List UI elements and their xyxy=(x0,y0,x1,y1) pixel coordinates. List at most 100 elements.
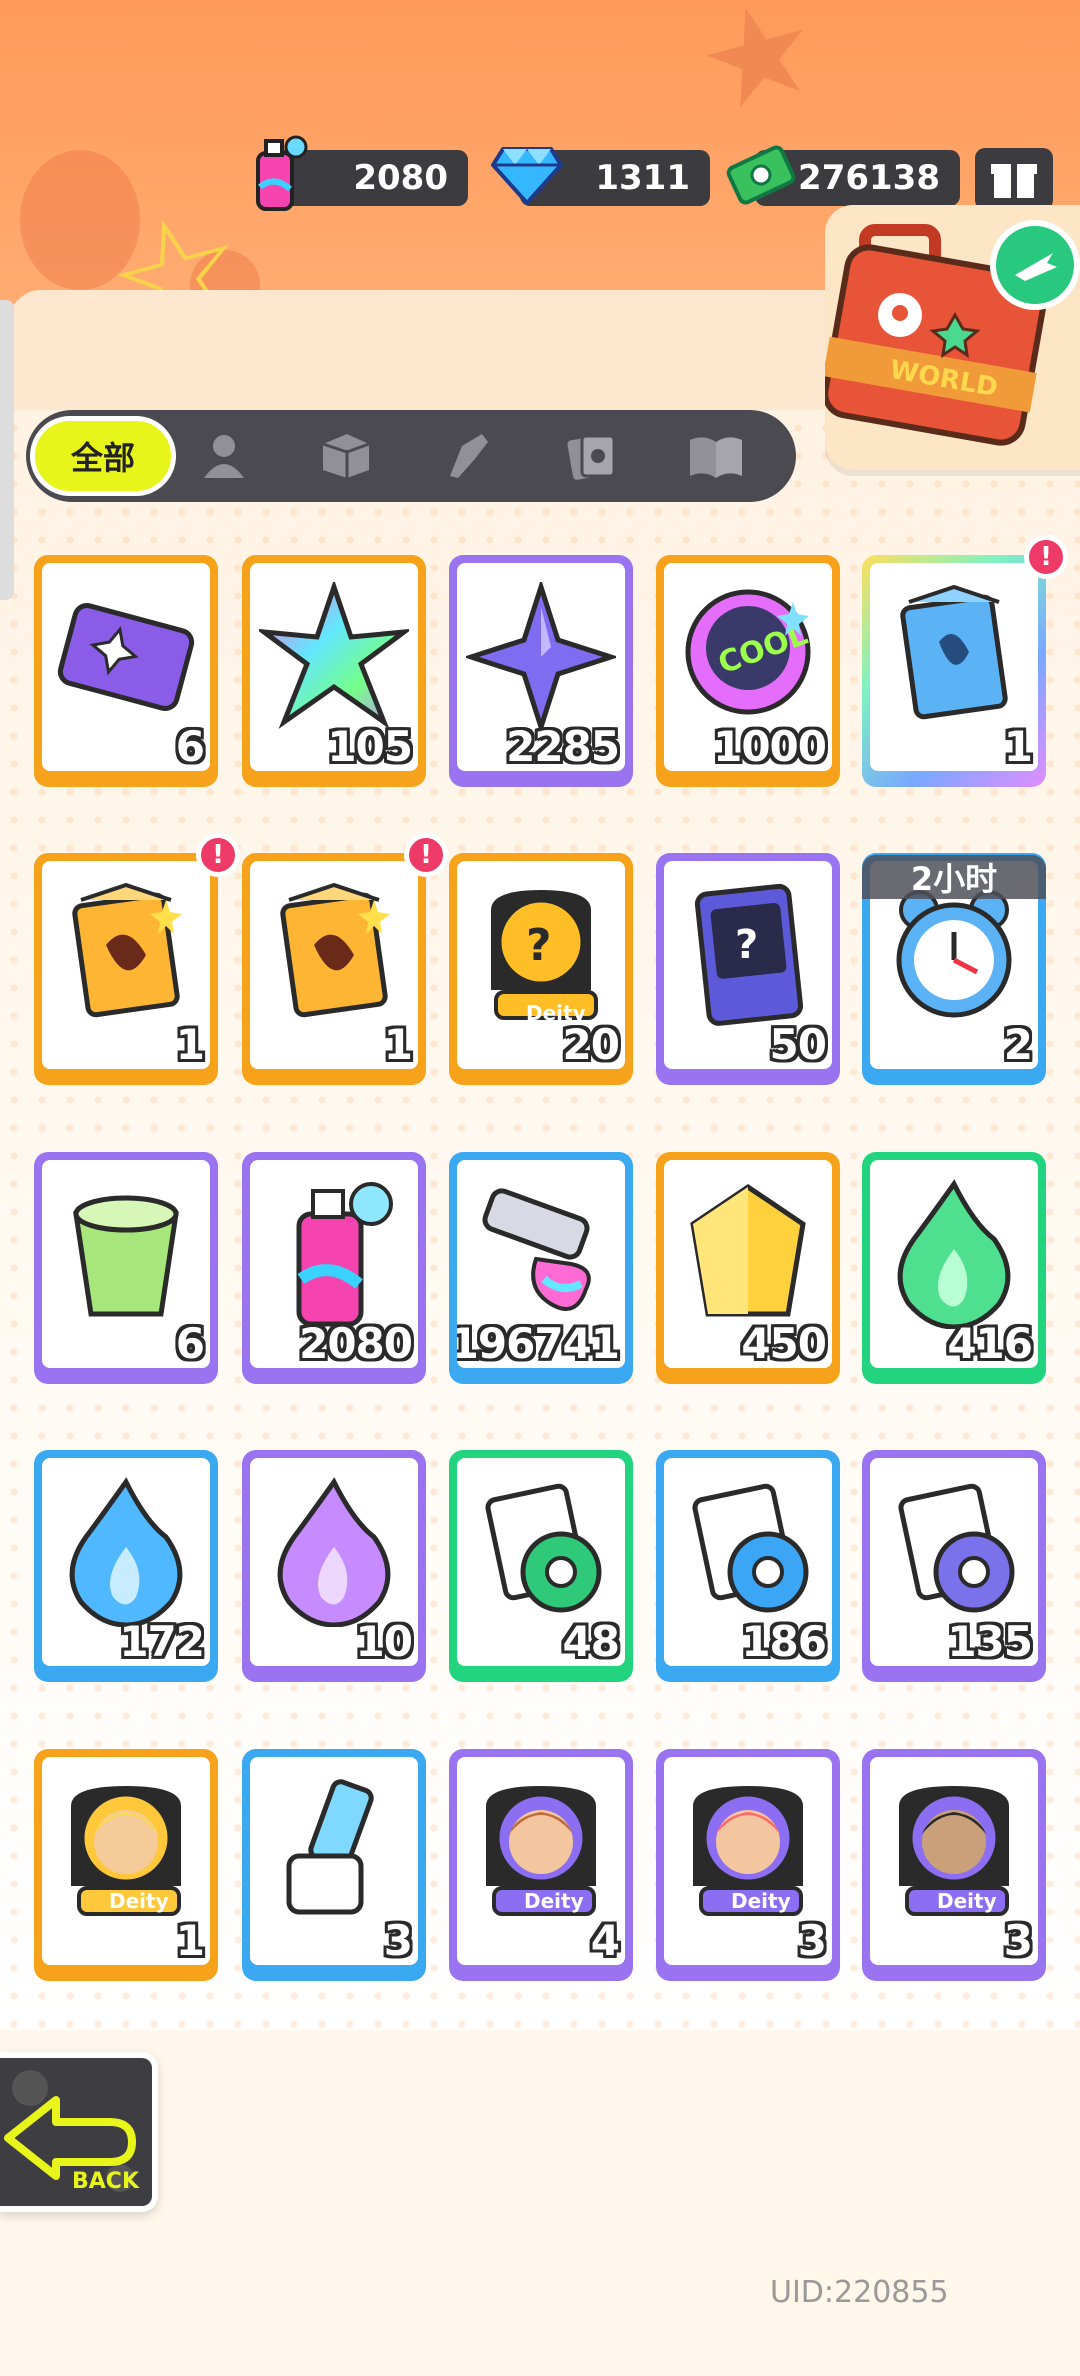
item-purple-star[interactable]: 2285 xyxy=(449,555,633,787)
tab-character[interactable] xyxy=(184,420,264,492)
item-count: 450 xyxy=(741,1319,827,1368)
item-card: 2285 xyxy=(457,563,625,771)
item-deity-box-orange-2[interactable]: 1 xyxy=(242,853,426,1085)
item-card: 1 xyxy=(250,861,418,1069)
item-deity-box-blue[interactable]: 1 xyxy=(862,555,1046,787)
item-deity-box-orange[interactable]: 1 xyxy=(34,853,218,1085)
settings-button[interactable] xyxy=(975,148,1053,210)
spray-can-icon xyxy=(240,135,318,214)
deity-text: Deity xyxy=(937,1889,997,1913)
item-count: 416 xyxy=(947,1319,1033,1368)
back-button[interactable]: BACK xyxy=(0,2052,158,2212)
tab-all[interactable]: 全部 xyxy=(30,416,176,496)
item-card: 450 xyxy=(664,1160,832,1368)
tab-all-label: 全部 xyxy=(70,439,135,477)
item-count: 2285 xyxy=(506,722,620,771)
blue-tape-icon xyxy=(673,1477,823,1631)
item-green-tape[interactable]: 48 xyxy=(449,1450,633,1682)
item-count: 172 xyxy=(119,1617,205,1666)
currency-value: 276138 xyxy=(798,158,940,198)
item-spray-can[interactable]: 2080 xyxy=(242,1152,426,1384)
item-gold-gem[interactable]: 450 xyxy=(656,1152,840,1384)
paint-tube-icon xyxy=(466,1179,616,1333)
gift-settings-icon xyxy=(991,164,1037,198)
diamond-icon xyxy=(488,136,566,214)
item-blue-tape[interactable]: 186 xyxy=(656,1450,840,1682)
item-count: 1 xyxy=(383,1020,413,1069)
svg-text:?: ? xyxy=(526,920,552,971)
item-count: 3 xyxy=(383,1916,413,1965)
item-count: 1000 xyxy=(713,722,827,771)
item-mystery-travel-card[interactable]: ? 50 xyxy=(656,853,840,1085)
back-arrow-icon: BACK xyxy=(4,2070,140,2194)
spray-can-icon xyxy=(259,1179,409,1333)
deity-girl-icon: Deity xyxy=(673,1776,823,1930)
item-card: 1 xyxy=(870,563,1038,771)
item-purple-tape[interactable]: 135 xyxy=(862,1450,1046,1682)
timer-label: 2小时 xyxy=(862,855,1046,899)
item-deity-girl[interactable]: Deity 3 xyxy=(656,1749,840,1981)
tab-book[interactable] xyxy=(676,420,756,492)
item-card: Deity 3 xyxy=(870,1757,1038,1965)
item-card: 6 xyxy=(42,563,210,771)
card-icon xyxy=(567,434,616,480)
item-usb-key[interactable]: 3 xyxy=(242,1749,426,1981)
item-paint-tube[interactable]: 196741 xyxy=(449,1152,633,1384)
item-mystery-deity[interactable]: ? Deity 20 xyxy=(449,853,633,1085)
item-card: 6 xyxy=(42,1160,210,1368)
item-card: 1 xyxy=(42,861,210,1069)
item-card: Deity 3 xyxy=(664,1757,832,1965)
item-cool-badge[interactable]: COOL 1000 xyxy=(656,555,840,787)
item-card: 186 xyxy=(664,1458,832,1666)
item-count: 6 xyxy=(175,1319,205,1368)
mystery-travel-card-icon: ? xyxy=(673,880,823,1034)
cash-icon xyxy=(722,136,800,214)
item-count: 20 xyxy=(562,1020,620,1069)
purple-flame-icon xyxy=(259,1476,409,1631)
deity-box-orange-2-icon xyxy=(259,880,409,1034)
deity-gold-icon: Deity xyxy=(51,1776,201,1930)
green-tape-icon xyxy=(466,1477,616,1631)
item-ticket[interactable]: 6 xyxy=(34,555,218,787)
usb-key-icon xyxy=(259,1776,409,1930)
deity-text: Deity xyxy=(731,1889,791,1913)
item-card: COOL 1000 xyxy=(664,563,832,771)
green-cup-icon xyxy=(51,1179,201,1333)
currency-value: 2080 xyxy=(353,158,448,198)
side-handle[interactable] xyxy=(0,300,14,600)
item-count: 2 xyxy=(1003,1020,1033,1069)
item-blue-flame[interactable]: 172 xyxy=(34,1450,218,1682)
item-count: 2080 xyxy=(299,1319,413,1368)
item-deity-boy[interactable]: Deity 4 xyxy=(449,1749,633,1981)
item-card: 105 xyxy=(250,563,418,771)
item-count: 196741 xyxy=(457,1319,620,1368)
green-flame-icon xyxy=(879,1178,1029,1333)
item-count: 6 xyxy=(175,722,205,771)
item-green-cup[interactable]: 6 xyxy=(34,1152,218,1384)
item-green-flame[interactable]: 416 xyxy=(862,1152,1046,1384)
item-card: 135 xyxy=(870,1458,1038,1666)
item-card: 3 xyxy=(250,1757,418,1965)
deity-box-blue-icon xyxy=(879,582,1029,736)
blue-flame-icon xyxy=(51,1476,201,1631)
world-map-button[interactable]: WORLD xyxy=(822,205,1080,470)
item-purple-flame[interactable]: 10 xyxy=(242,1450,426,1682)
item-count: 186 xyxy=(741,1617,827,1666)
item-count: 3 xyxy=(797,1916,827,1965)
deity-box-orange-icon xyxy=(51,880,201,1034)
item-deity-green[interactable]: Deity 3 xyxy=(862,1749,1046,1981)
alarm-clock-icon xyxy=(879,880,1029,1034)
tab-spray[interactable] xyxy=(428,420,508,492)
tab-box[interactable] xyxy=(306,420,386,492)
purple-tape-icon xyxy=(879,1477,1029,1631)
item-card: Deity 1 xyxy=(42,1757,210,1965)
svg-text:?: ? xyxy=(735,922,758,968)
back-label: BACK xyxy=(72,2169,140,2194)
item-rainbow-star[interactable]: 105 xyxy=(242,555,426,787)
tab-card[interactable] xyxy=(552,420,632,492)
rainbow-star-icon xyxy=(255,578,413,736)
item-card: ? 50 xyxy=(664,861,832,1069)
item-count: 105 xyxy=(327,722,413,771)
item-deity-gold[interactable]: Deity 1 xyxy=(34,1749,218,1981)
suitcase-icon: WORLD xyxy=(822,220,1080,446)
